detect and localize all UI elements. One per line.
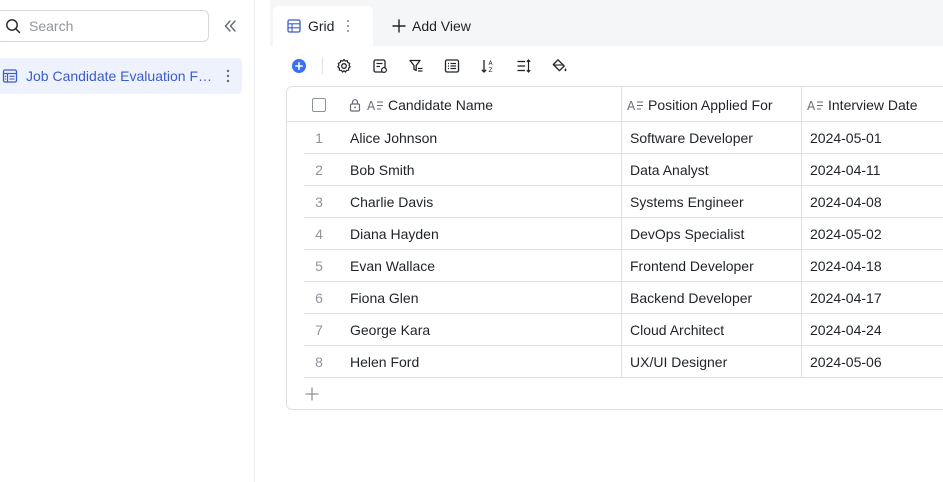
- text-field-icon: A: [367, 99, 383, 112]
- tab-grid[interactable]: Grid: [273, 6, 373, 46]
- cell-position[interactable]: Data Analyst: [630, 154, 709, 186]
- more-options-icon[interactable]: [222, 67, 234, 85]
- main-panel: Grid Add View A Z A Candidate Name A Pos…: [270, 0, 943, 482]
- svg-text:A: A: [489, 60, 494, 67]
- row-divider: [304, 377, 943, 378]
- row-height-button[interactable]: [515, 57, 533, 75]
- plus-icon: [392, 19, 406, 33]
- sidebar-item-label: Job Candidate Evaluation Form: [26, 68, 216, 84]
- table-row[interactable]: 7 George Kara Cloud Architect 2024-04-24: [287, 314, 943, 346]
- cell-interview-date[interactable]: 2024-05-01: [810, 122, 882, 154]
- svg-text:A: A: [367, 99, 376, 112]
- column-header-candidate-name[interactable]: A Candidate Name: [349, 87, 493, 122]
- double-chevron-left-icon: [224, 20, 236, 32]
- cell-interview-date[interactable]: 2024-05-06: [810, 346, 882, 378]
- cell-position[interactable]: Backend Developer: [630, 282, 752, 314]
- cell-candidate-name[interactable]: Diana Hayden: [350, 218, 439, 250]
- row-number: 7: [315, 322, 323, 338]
- tab-more-icon[interactable]: [346, 19, 350, 33]
- select-all-checkbox[interactable]: [312, 87, 326, 122]
- text-field-icon: A: [807, 99, 823, 112]
- group-icon: [444, 59, 460, 73]
- cell-position[interactable]: DevOps Specialist: [630, 218, 744, 250]
- table-row[interactable]: 4 Diana Hayden DevOps Specialist 2024-05-02: [287, 218, 943, 250]
- cell-interview-date[interactable]: 2024-04-18: [810, 250, 882, 282]
- cell-position[interactable]: Frontend Developer: [630, 250, 754, 282]
- fill-color-icon: [552, 59, 567, 72]
- row-height-icon: [517, 59, 531, 73]
- column-header-label: Interview Date: [828, 96, 918, 113]
- cell-interview-date[interactable]: 2024-05-02: [810, 218, 882, 250]
- table-row[interactable]: 2 Bob Smith Data Analyst 2024-04-11: [287, 154, 943, 186]
- search-input[interactable]: [29, 18, 199, 34]
- table-row[interactable]: 8 Helen Ford UX/UI Designer 2024-05-06: [287, 346, 943, 378]
- column-header-label: Position Applied For: [648, 96, 773, 113]
- table-row[interactable]: 6 Fiona Glen Backend Developer 2024-04-17: [287, 282, 943, 314]
- add-record-button[interactable]: [290, 57, 308, 75]
- cell-candidate-name[interactable]: Alice Johnson: [350, 122, 437, 154]
- sidebar-item-job-candidate-evaluation[interactable]: Job Candidate Evaluation Form: [0, 58, 242, 94]
- svg-text:A: A: [627, 99, 636, 112]
- text-field-icon: A: [627, 99, 643, 112]
- column-header-position[interactable]: A Position Applied For: [627, 87, 773, 122]
- row-number: 4: [315, 226, 323, 242]
- add-view-button[interactable]: Add View: [392, 16, 471, 36]
- checkbox[interactable]: [312, 97, 326, 112]
- sort-icon: AZ: [481, 60, 494, 74]
- cell-interview-date[interactable]: 2024-04-24: [810, 314, 882, 346]
- row-number: 5: [315, 258, 323, 274]
- cell-candidate-name[interactable]: Fiona Glen: [350, 282, 418, 314]
- cell-interview-date[interactable]: 2024-04-11: [810, 154, 881, 186]
- sort-button[interactable]: AZ: [479, 57, 497, 75]
- tab-label: Grid: [308, 18, 335, 34]
- grid-view-icon: [287, 19, 301, 33]
- cell-candidate-name[interactable]: Helen Ford: [350, 346, 419, 378]
- app-window: Job Candidate Evaluation Form Grid Add V…: [0, 0, 943, 482]
- cell-position[interactable]: Systems Engineer: [630, 186, 744, 218]
- row-number: 8: [315, 354, 323, 370]
- fill-color-button[interactable]: [551, 57, 569, 75]
- filter-button[interactable]: [407, 57, 425, 75]
- field-config-button[interactable]: [371, 57, 389, 75]
- table-icon: [2, 68, 18, 84]
- row-number: 6: [315, 290, 323, 306]
- toolbar-divider: [322, 58, 323, 74]
- search-icon: [6, 19, 21, 34]
- settings-icon: [337, 58, 351, 73]
- cell-candidate-name[interactable]: Bob Smith: [350, 154, 415, 186]
- cell-candidate-name[interactable]: Evan Wallace: [350, 250, 435, 282]
- svg-text:Z: Z: [489, 67, 493, 74]
- search-box[interactable]: [0, 10, 209, 42]
- cell-candidate-name[interactable]: Charlie Davis: [350, 186, 433, 218]
- plus-icon: [305, 387, 319, 401]
- add-row-button[interactable]: [303, 385, 321, 403]
- settings-button[interactable]: [335, 57, 353, 75]
- group-button[interactable]: [443, 57, 461, 75]
- collapse-sidebar-button[interactable]: [221, 17, 239, 35]
- toolbar: AZ: [290, 56, 569, 76]
- field-list-icon: [373, 59, 388, 74]
- svg-text:A: A: [807, 99, 816, 112]
- lock-icon: [349, 98, 361, 112]
- column-header-interview-date[interactable]: A Interview Date: [807, 87, 917, 122]
- add-record-icon: [292, 59, 306, 73]
- row-number: 2: [315, 162, 323, 178]
- cell-position[interactable]: Cloud Architect: [630, 314, 724, 346]
- table-row[interactable]: 3 Charlie Davis Systems Engineer 2024-04-08: [287, 186, 943, 218]
- table-row[interactable]: 5 Evan Wallace Frontend Developer 2024-04-1…: [287, 250, 943, 282]
- cell-candidate-name[interactable]: George Kara: [350, 314, 430, 346]
- sidebar: Job Candidate Evaluation Form: [0, 0, 255, 482]
- grid-header: A Candidate Name A Position Applied For …: [287, 87, 943, 122]
- cell-position[interactable]: UX/UI Designer: [630, 346, 727, 378]
- cell-interview-date[interactable]: 2024-04-08: [810, 186, 882, 218]
- column-header-label: Candidate Name: [388, 96, 494, 113]
- table-row[interactable]: 1 Alice Johnson Software Developer 2024-05-…: [287, 122, 943, 154]
- row-number: 3: [315, 194, 323, 210]
- add-view-label: Add View: [412, 18, 471, 34]
- filter-icon: [409, 59, 423, 72]
- data-grid: A Candidate Name A Position Applied For …: [286, 86, 943, 410]
- row-number: 1: [315, 130, 323, 146]
- cell-position[interactable]: Software Developer: [630, 122, 753, 154]
- cell-interview-date[interactable]: 2024-04-17: [810, 282, 882, 314]
